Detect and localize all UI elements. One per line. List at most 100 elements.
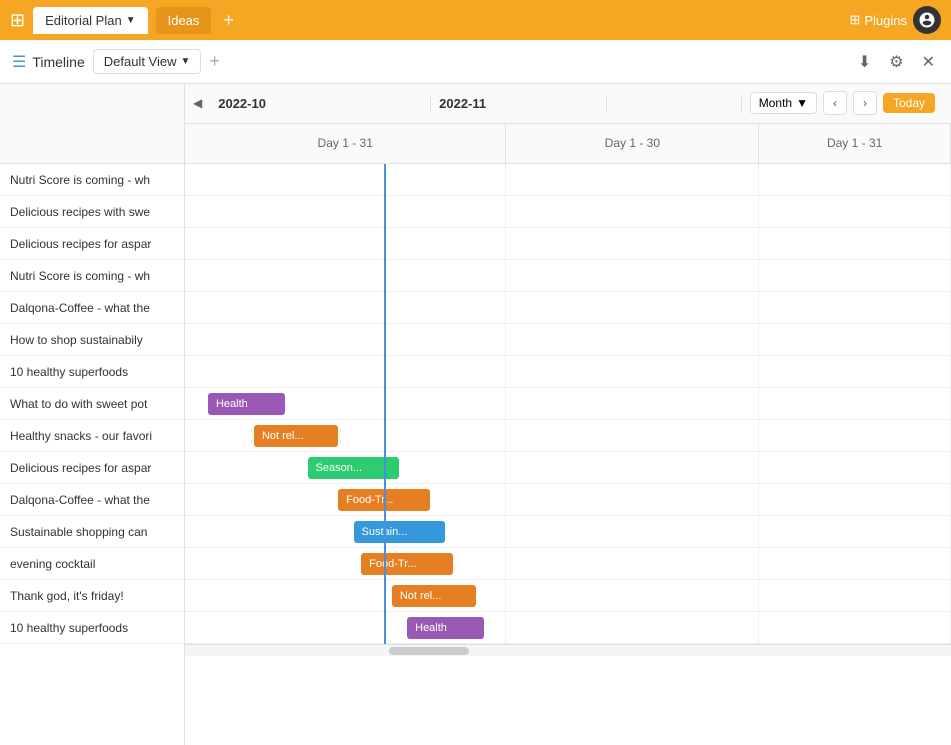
grid-cell: [506, 292, 759, 323]
scrollbar-area[interactable]: [185, 644, 951, 656]
grid-cell: [185, 420, 506, 451]
next-button[interactable]: ›: [853, 91, 877, 115]
day-section-dec: Day 1 - 31: [759, 124, 951, 164]
grid-cell: [759, 388, 951, 419]
grid-cell: [506, 260, 759, 291]
grid-row: Season...: [185, 452, 951, 484]
grid-cell: [759, 228, 951, 259]
row-label-item: Delicious recipes for aspar: [0, 452, 184, 484]
row-label-item: Nutri Score is coming - wh: [0, 260, 184, 292]
view-selector[interactable]: Default View ▼: [93, 49, 202, 74]
grid-cell: [759, 580, 951, 611]
grid-row: Sustain...: [185, 516, 951, 548]
today-button[interactable]: Today: [883, 93, 935, 113]
grid-cell: [506, 612, 759, 643]
row-label-header: [0, 84, 184, 164]
add-view-button[interactable]: +: [209, 51, 220, 72]
grid-cell: [185, 548, 506, 579]
row-labels-container: Nutri Score is coming - whDelicious reci…: [0, 164, 184, 644]
grid-row: Food-Tr...: [185, 484, 951, 516]
grid-cell: [506, 580, 759, 611]
gantt-bar[interactable]: Health: [407, 617, 484, 639]
grid-cell: [759, 356, 951, 387]
grid-cell: [759, 548, 951, 579]
month-section-oct: 2022-10: [210, 96, 431, 111]
month-section-dec: [607, 96, 742, 111]
grid-row: Not rel...: [185, 420, 951, 452]
day-bar: Day 1 - 31Day 1 - 30Day 1 - 31: [185, 124, 951, 164]
grid-cell: [185, 228, 506, 259]
grid-cell: [759, 292, 951, 323]
row-label-item: Nutri Score is coming - wh: [0, 164, 184, 196]
close-button[interactable]: ✕: [918, 48, 939, 76]
grid-cell: [759, 260, 951, 291]
grid-cell: [185, 324, 506, 355]
month-dropdown-label: Month: [759, 96, 792, 110]
row-label-item: Delicious recipes for aspar: [0, 228, 184, 260]
top-bar-left: ⊞ Editorial Plan ▼ Ideas +: [10, 6, 238, 35]
sub-bar: ☰ Timeline Default View ▼ + ⬇ ⚙ ✕: [0, 40, 951, 84]
grid-row: Food-Tr...: [185, 548, 951, 580]
grid-cell: [185, 260, 506, 291]
timeline-label: Timeline: [32, 54, 84, 70]
grid-cell: [759, 452, 951, 483]
row-label-item: Dalqona-Coffee - what the: [0, 484, 184, 516]
sub-bar-right: ⬇ ⚙ ✕: [854, 48, 939, 76]
row-label-item: Dalqona-Coffee - what the: [0, 292, 184, 324]
gantt-bar[interactable]: Not rel...: [254, 425, 338, 447]
plugins-button[interactable]: ⊞ Plugins: [849, 12, 907, 28]
tab-ideas-label: Ideas: [168, 13, 200, 28]
row-labels: Nutri Score is coming - whDelicious reci…: [0, 84, 185, 745]
grid-cell: [506, 324, 759, 355]
user-avatar[interactable]: [913, 6, 941, 34]
tab-editorial-plan[interactable]: Editorial Plan ▼: [33, 7, 148, 34]
add-tab-button[interactable]: +: [219, 6, 238, 35]
top-bar-right: ⊞ Plugins: [849, 6, 941, 34]
collapse-button[interactable]: ◀: [193, 96, 202, 110]
scrollbar-thumb[interactable]: [389, 647, 469, 655]
plugins-grid-icon: ⊞: [849, 12, 860, 28]
timeline-grid: HealthNot rel...Season...Food-Tr...Susta…: [185, 164, 951, 644]
gantt-bar[interactable]: Not rel...: [392, 585, 476, 607]
timeline-icon: ☰: [12, 52, 26, 72]
month-bar: ◀ 2022-102022-11 Month ▼ ‹ › Today: [185, 84, 951, 124]
grid-cell: [506, 356, 759, 387]
grid-cell: [185, 196, 506, 227]
settings-button[interactable]: ⚙: [885, 48, 907, 76]
grid-icon[interactable]: ⊞: [10, 10, 25, 31]
month-section-nov: 2022-11: [431, 96, 606, 111]
gantt-bar[interactable]: Sustain...: [354, 521, 446, 543]
grid-row: [185, 228, 951, 260]
grid-cell: [185, 356, 506, 387]
gantt-bar[interactable]: Food-Tr...: [361, 553, 453, 575]
grid-row: [185, 260, 951, 292]
month-controls: Month ▼ ‹ › Today: [750, 91, 943, 115]
timeline-area: ◀ 2022-102022-11 Month ▼ ‹ › Today Day 1…: [185, 84, 951, 745]
grid-cell: [759, 164, 951, 195]
grid-row: [185, 356, 951, 388]
main-content: Nutri Score is coming - whDelicious reci…: [0, 84, 951, 745]
timeline-grid-container: HealthNot rel...Season...Food-Tr...Susta…: [185, 164, 951, 644]
month-dropdown[interactable]: Month ▼: [750, 92, 817, 114]
view-selector-label: Default View: [104, 54, 177, 69]
row-label-item: How to shop sustainabily: [0, 324, 184, 356]
grid-cell: [759, 324, 951, 355]
grid-cell: [759, 484, 951, 515]
prev-button[interactable]: ‹: [823, 91, 847, 115]
grid-cell: [506, 548, 759, 579]
month-sections: 2022-102022-11: [210, 96, 741, 111]
gantt-bar[interactable]: Health: [208, 393, 285, 415]
grid-cell: [759, 612, 951, 643]
today-line: [384, 164, 386, 644]
day-section-nov: Day 1 - 30: [506, 124, 759, 164]
download-button[interactable]: ⬇: [854, 48, 875, 76]
grid-cell: [506, 196, 759, 227]
tab-ideas[interactable]: Ideas: [156, 7, 212, 34]
row-label-item: Delicious recipes with swe: [0, 196, 184, 228]
grid-cell: [506, 164, 759, 195]
grid-cell: [506, 420, 759, 451]
grid-cell: [506, 228, 759, 259]
row-label-item: Healthy snacks - our favori: [0, 420, 184, 452]
timeline-header: ◀ 2022-102022-11 Month ▼ ‹ › Today Day 1…: [185, 84, 951, 164]
month-dropdown-arrow: ▼: [796, 96, 808, 110]
